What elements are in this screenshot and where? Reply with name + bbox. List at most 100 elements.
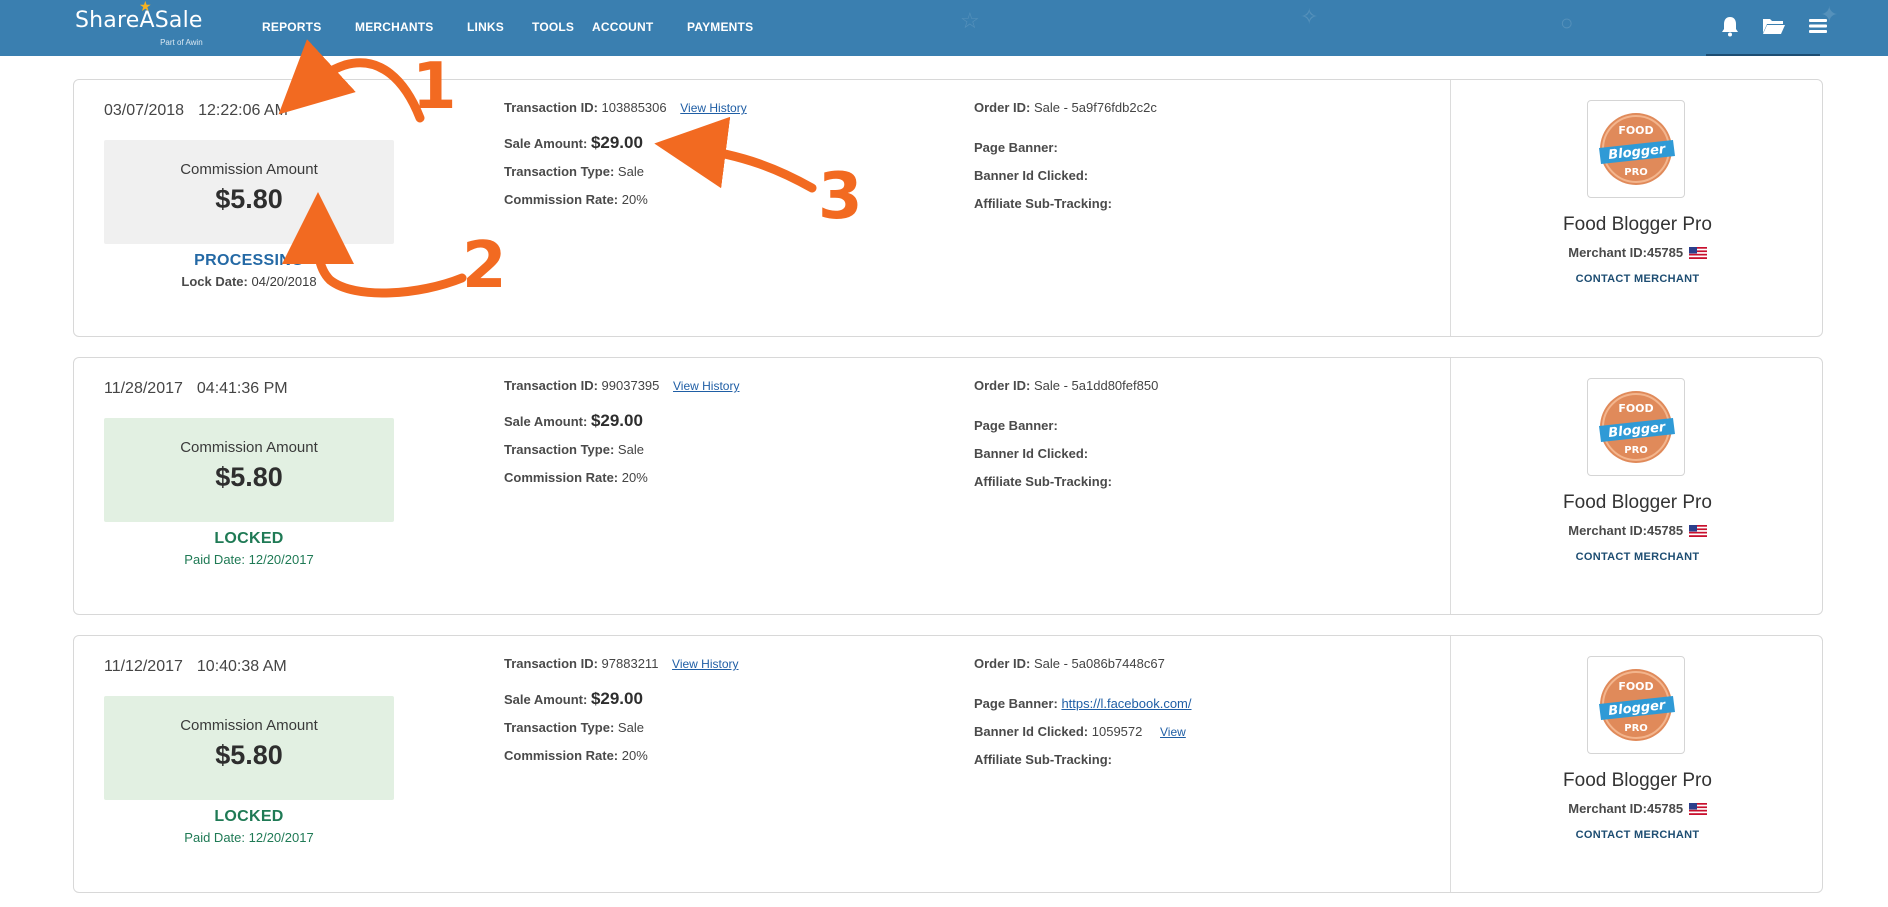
merchant-id-label: Merchant ID: <box>1568 801 1647 816</box>
transaction-type-label: Transaction Type: <box>504 442 615 457</box>
merchant-logo[interactable]: FOOD Blogger PRO <box>1587 378 1685 476</box>
merchant-logo[interactable]: FOOD Blogger PRO <box>1587 100 1685 198</box>
background-doodle: ○ <box>1560 10 1574 35</box>
transaction-type-label: Transaction Type: <box>504 164 615 179</box>
merchant-id-value: 45785 <box>1646 801 1684 816</box>
view-history-link[interactable]: View History <box>673 379 739 393</box>
lock-date-label: Lock Date: <box>181 274 248 289</box>
paid-date-label: Paid Date: <box>184 552 245 567</box>
transaction-time: 04:41:36 PM <box>196 380 288 397</box>
lock-date: Lock Date: 04/20/2018 <box>104 274 394 289</box>
sub-tracking-label: Affiliate Sub-Tracking: <box>974 474 1112 489</box>
transaction-datetime: 11/12/2017 10:40:38 AM <box>104 658 287 676</box>
paid-date: Paid Date: 12/20/2017 <box>104 830 394 845</box>
sub-tracking-row: Affiliate Sub-Tracking: <box>974 474 1112 489</box>
merchant-id-value: 45785 <box>1646 245 1684 260</box>
paid-date-label: Paid Date: <box>184 830 245 845</box>
commission-rate-value: 20% <box>621 470 648 485</box>
nav-account[interactable]: ACCOUNT <box>592 20 687 34</box>
nav-merchants[interactable]: MERCHANTS <box>355 20 467 34</box>
commission-rate-label: Commission Rate: <box>504 192 619 207</box>
nav-tools[interactable]: TOOLS <box>532 20 592 34</box>
sale-amount-row: Sale Amount: $29.00 <box>504 133 643 153</box>
commission-box: Commission Amount $5.80 <box>104 696 394 800</box>
page-banner-link[interactable]: https://l.facebook.com/ <box>1061 696 1191 711</box>
commission-label: Commission Amount <box>180 439 318 456</box>
commission-amount: $5.80 <box>215 184 283 214</box>
logo-food-text: FOOD <box>1618 402 1653 415</box>
transaction-id-label: Transaction ID: <box>504 656 598 671</box>
banner-id-row: Banner Id Clicked: <box>974 446 1088 461</box>
page-banner-row: Page Banner: https://l.facebook.com/ <box>974 696 1192 711</box>
transaction-id-label: Transaction ID: <box>504 100 598 115</box>
transaction-type-value: Sale <box>617 442 644 457</box>
commission-box: Commission Amount $5.80 <box>104 140 394 244</box>
food-blogger-pro-logo-icon: FOOD Blogger PRO <box>1599 113 1675 185</box>
bell-icon[interactable] <box>1718 14 1742 38</box>
transaction-id-value: 103885306 <box>601 100 667 115</box>
sale-amount-row: Sale Amount: $29.00 <box>504 689 643 709</box>
contact-merchant-link[interactable]: CONTACT MERCHANT <box>1451 273 1824 285</box>
view-banner-link[interactable]: View <box>1160 725 1186 739</box>
view-history-link[interactable]: View History <box>672 657 738 671</box>
transaction-card: 11/12/2017 10:40:38 AM Commission Amount … <box>73 635 1823 893</box>
us-flag-icon <box>1688 247 1707 262</box>
nav-links[interactable]: LINKS <box>467 20 532 34</box>
order-id-row: Order ID: Sale - 5a1dd80fef850 <box>974 378 1158 393</box>
shareasale-logo[interactable]: ★ ShareASale Part of Awin <box>75 0 203 47</box>
food-blogger-pro-logo-icon: FOOD Blogger PRO <box>1599 669 1675 741</box>
main-nav: REPORTS MERCHANTS LINKS TOOLS ACCOUNT PA… <box>262 20 777 34</box>
banner-id-label: Banner Id Clicked: <box>974 446 1089 461</box>
order-id-label: Order ID: <box>974 656 1031 671</box>
page-banner-label: Page Banner: <box>974 696 1058 711</box>
folder-icon[interactable] <box>1762 14 1786 38</box>
transaction-datetime: 11/28/2017 04:41:36 PM <box>104 380 288 398</box>
banner-id-label: Banner Id Clicked: <box>974 168 1089 183</box>
status-badge: LOCKED <box>214 530 284 547</box>
merchant-panel: FOOD Blogger PRO Food Blogger Pro Mercha… <box>1451 358 1824 614</box>
transaction-id-value: 99037395 <box>601 378 660 393</box>
commission-amount: $5.80 <box>215 740 283 770</box>
order-id-row: Order ID: Sale - 5a086b7448c67 <box>974 656 1165 671</box>
page-banner-row: Page Banner: <box>974 418 1058 433</box>
top-navigation-bar: ☆ ✧ ○ ✦ ★ ShareASale Part of Awin REPORT… <box>0 0 1888 56</box>
transaction-time: 10:40:38 AM <box>196 658 287 675</box>
sale-amount-value: $29.00 <box>590 689 643 708</box>
transaction-type-value: Sale <box>617 720 644 735</box>
merchant-name: Food Blogger Pro <box>1563 214 1712 235</box>
menu-icon[interactable] <box>1806 14 1830 38</box>
merchant-panel: FOOD Blogger PRO Food Blogger Pro Mercha… <box>1451 80 1824 336</box>
order-id-label: Order ID: <box>974 100 1031 115</box>
merchant-name: Food Blogger Pro <box>1563 492 1712 513</box>
transaction-id-row: Transaction ID: 99037395 View History <box>504 378 739 393</box>
nav-reports[interactable]: REPORTS <box>262 20 355 34</box>
merchant-logo[interactable]: FOOD Blogger PRO <box>1587 656 1685 754</box>
logo-pro-text: PRO <box>1624 445 1648 456</box>
merchant-id-label: Merchant ID: <box>1568 245 1647 260</box>
star-icon: ★ <box>139 0 152 14</box>
header-actions <box>1718 14 1830 38</box>
contact-merchant-link[interactable]: CONTACT MERCHANT <box>1451 551 1824 563</box>
contact-merchant-link[interactable]: CONTACT MERCHANT <box>1451 829 1824 841</box>
transaction-type-row: Transaction Type: Sale <box>504 720 644 735</box>
commission-label: Commission Amount <box>180 161 318 178</box>
background-star-doodle: ☆ <box>960 8 980 33</box>
logo-pro-text: PRO <box>1624 167 1648 178</box>
commission-rate-label: Commission Rate: <box>504 748 619 763</box>
merchant-id-value: 45785 <box>1646 523 1684 538</box>
view-history-link[interactable]: View History <box>680 101 746 115</box>
sale-amount-row: Sale Amount: $29.00 <box>504 411 643 431</box>
order-id-value: Sale - 5a1dd80fef850 <box>1033 378 1159 393</box>
banner-id-row: Banner Id Clicked: <box>974 168 1088 183</box>
header-tab-indicator <box>1706 54 1820 56</box>
paid-date: Paid Date: 12/20/2017 <box>104 552 394 567</box>
order-id-value: Sale - 5a086b7448c67 <box>1033 656 1165 671</box>
sale-amount-label: Sale Amount: <box>504 692 588 707</box>
nav-payments[interactable]: PAYMENTS <box>687 20 777 34</box>
logo-subtext: Part of Awin <box>160 38 203 47</box>
merchant-id: Merchant ID:45785 <box>1451 245 1824 262</box>
transaction-time: 12:22:06 AM <box>198 102 288 119</box>
order-id-value: Sale - 5a9f76fdb2c2c <box>1033 100 1157 115</box>
transaction-type-value: Sale <box>617 164 644 179</box>
merchant-id: Merchant ID:45785 <box>1451 523 1824 540</box>
